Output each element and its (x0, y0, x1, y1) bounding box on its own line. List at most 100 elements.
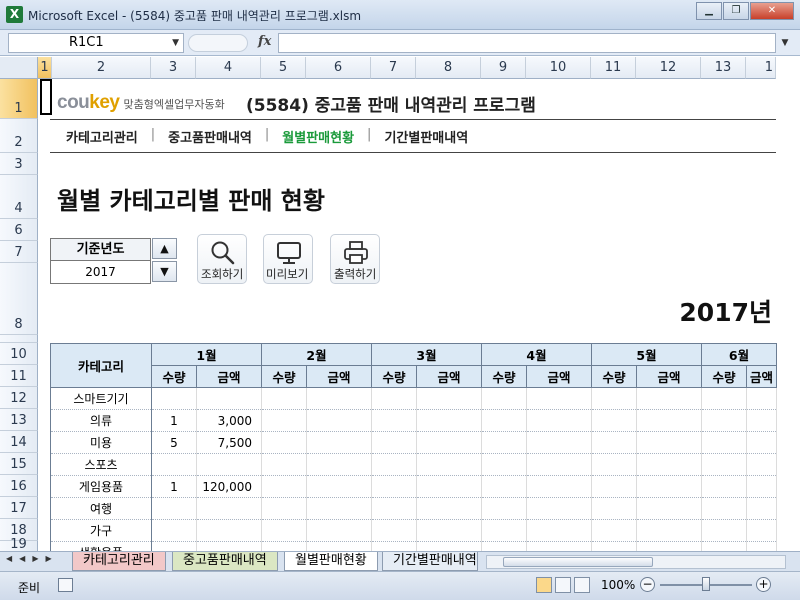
empty-cell[interactable] (701, 497, 747, 520)
empty-cell[interactable] (591, 541, 637, 551)
qty-header[interactable]: 수량 (371, 365, 417, 388)
first-sheet-icon[interactable]: ◀ (6, 554, 12, 563)
empty-cell[interactable] (481, 387, 527, 410)
row-header[interactable]: 8 (0, 263, 38, 335)
row-header[interactable]: 14 (0, 431, 38, 453)
month-header[interactable]: 5월 (591, 343, 702, 366)
empty-cell[interactable] (306, 475, 372, 498)
empty-cell[interactable] (371, 519, 417, 542)
empty-cell[interactable] (701, 519, 747, 542)
year-value[interactable]: 2017 (51, 261, 150, 283)
empty-cell[interactable] (701, 475, 747, 498)
next-sheet-icon[interactable]: ▶ (32, 554, 38, 563)
category-cell[interactable]: 스마트기기 (50, 387, 152, 410)
print-button-label[interactable]: 출력하기 (334, 266, 376, 282)
normal-view-icon[interactable] (536, 577, 552, 593)
empty-cell[interactable] (306, 431, 372, 454)
empty-cell[interactable] (591, 519, 637, 542)
empty-cell[interactable] (416, 541, 482, 551)
sheet-tab-category[interactable]: 카테고리관리 (72, 552, 166, 571)
category-cell[interactable]: 미용 (50, 431, 152, 454)
column-header[interactable]: 1 (746, 57, 776, 79)
column-header[interactable]: 11 (591, 57, 636, 79)
empty-cell[interactable] (746, 409, 778, 432)
row-header[interactable]: 3 (0, 153, 38, 175)
empty-cell[interactable] (636, 409, 702, 432)
formula-input[interactable] (278, 33, 776, 53)
amount-cell[interactable]: 120,000 (196, 475, 262, 498)
empty-cell[interactable] (636, 387, 702, 410)
empty-cell[interactable] (261, 497, 307, 520)
zoom-out-button[interactable]: − (640, 577, 655, 592)
horizontal-scrollbar[interactable] (486, 555, 786, 569)
empty-cell[interactable] (416, 453, 482, 476)
empty-cell[interactable] (526, 453, 592, 476)
column-header[interactable]: 13 (701, 57, 746, 79)
empty-cell[interactable] (636, 541, 702, 551)
macro-record-icon[interactable] (58, 578, 73, 592)
column-header[interactable]: 4 (196, 57, 261, 79)
row-header-hidden[interactable] (0, 335, 38, 343)
column-header[interactable]: 8 (416, 57, 481, 79)
column-header[interactable]: 6 (306, 57, 371, 79)
amount-cell[interactable] (196, 541, 262, 551)
worksheet-grid[interactable]: 1 2 3 4 5 6 7 8 9 10 11 12 13 1 1 2 3 4 … (0, 57, 800, 551)
qty-cell[interactable] (151, 387, 197, 410)
empty-cell[interactable] (306, 409, 372, 432)
category-cell[interactable]: 생활용품 (50, 541, 152, 551)
amount-cell[interactable] (196, 453, 262, 476)
empty-cell[interactable] (416, 475, 482, 498)
category-cell[interactable]: 스포츠 (50, 453, 152, 476)
row-header[interactable]: 6 (0, 219, 38, 241)
qty-header[interactable]: 수량 (261, 365, 307, 388)
empty-cell[interactable] (526, 409, 592, 432)
empty-cell[interactable] (481, 431, 527, 454)
empty-cell[interactable] (416, 497, 482, 520)
empty-cell[interactable] (526, 431, 592, 454)
zoom-in-button[interactable]: + (756, 577, 771, 592)
empty-cell[interactable] (636, 497, 702, 520)
empty-cell[interactable] (591, 387, 637, 410)
empty-cell[interactable] (371, 453, 417, 476)
empty-cell[interactable] (746, 541, 778, 551)
qty-cell[interactable] (151, 453, 197, 476)
empty-cell[interactable] (306, 387, 372, 410)
empty-cell[interactable] (701, 431, 747, 454)
empty-cell[interactable] (701, 387, 747, 410)
empty-cell[interactable] (261, 431, 307, 454)
row-header[interactable]: 2 (0, 119, 38, 153)
empty-cell[interactable] (591, 409, 637, 432)
last-sheet-icon[interactable]: ▶ (45, 554, 51, 563)
empty-cell[interactable] (701, 409, 747, 432)
amount-header[interactable]: 금액 (196, 365, 262, 388)
empty-cell[interactable] (746, 475, 778, 498)
amount-cell[interactable]: 7,500 (196, 431, 262, 454)
empty-cell[interactable] (591, 497, 637, 520)
empty-cell[interactable] (481, 475, 527, 498)
close-button[interactable]: ✕ (750, 2, 794, 20)
empty-cell[interactable] (701, 453, 747, 476)
empty-cell[interactable] (526, 387, 592, 410)
chevron-down-icon[interactable]: ▼ (172, 34, 179, 52)
empty-cell[interactable] (261, 387, 307, 410)
category-cell[interactable]: 게임용품 (50, 475, 152, 498)
empty-cell[interactable] (371, 497, 417, 520)
empty-cell[interactable] (481, 519, 527, 542)
month-header[interactable]: 6월 (700, 343, 778, 366)
sheet-tab-sales-history[interactable]: 중고품판매내역 (172, 552, 278, 571)
empty-cell[interactable] (261, 409, 307, 432)
empty-cell[interactable] (261, 453, 307, 476)
prev-sheet-icon[interactable]: ◀ (19, 554, 25, 563)
column-header[interactable]: 1 (38, 57, 52, 79)
select-all-corner[interactable] (0, 57, 38, 79)
qty-cell[interactable] (151, 541, 197, 551)
qty-cell[interactable] (151, 497, 197, 520)
empty-cell[interactable] (371, 541, 417, 551)
empty-cell[interactable] (306, 453, 372, 476)
nav-item-period-sales[interactable]: 기간별판매내역 (384, 127, 468, 146)
year-increment-button[interactable]: ▲ (152, 238, 177, 259)
category-cell[interactable]: 여행 (50, 497, 152, 520)
qty-cell[interactable]: 1 (151, 475, 197, 498)
month-header[interactable]: 4월 (481, 343, 592, 366)
column-header[interactable]: 2 (52, 57, 151, 79)
